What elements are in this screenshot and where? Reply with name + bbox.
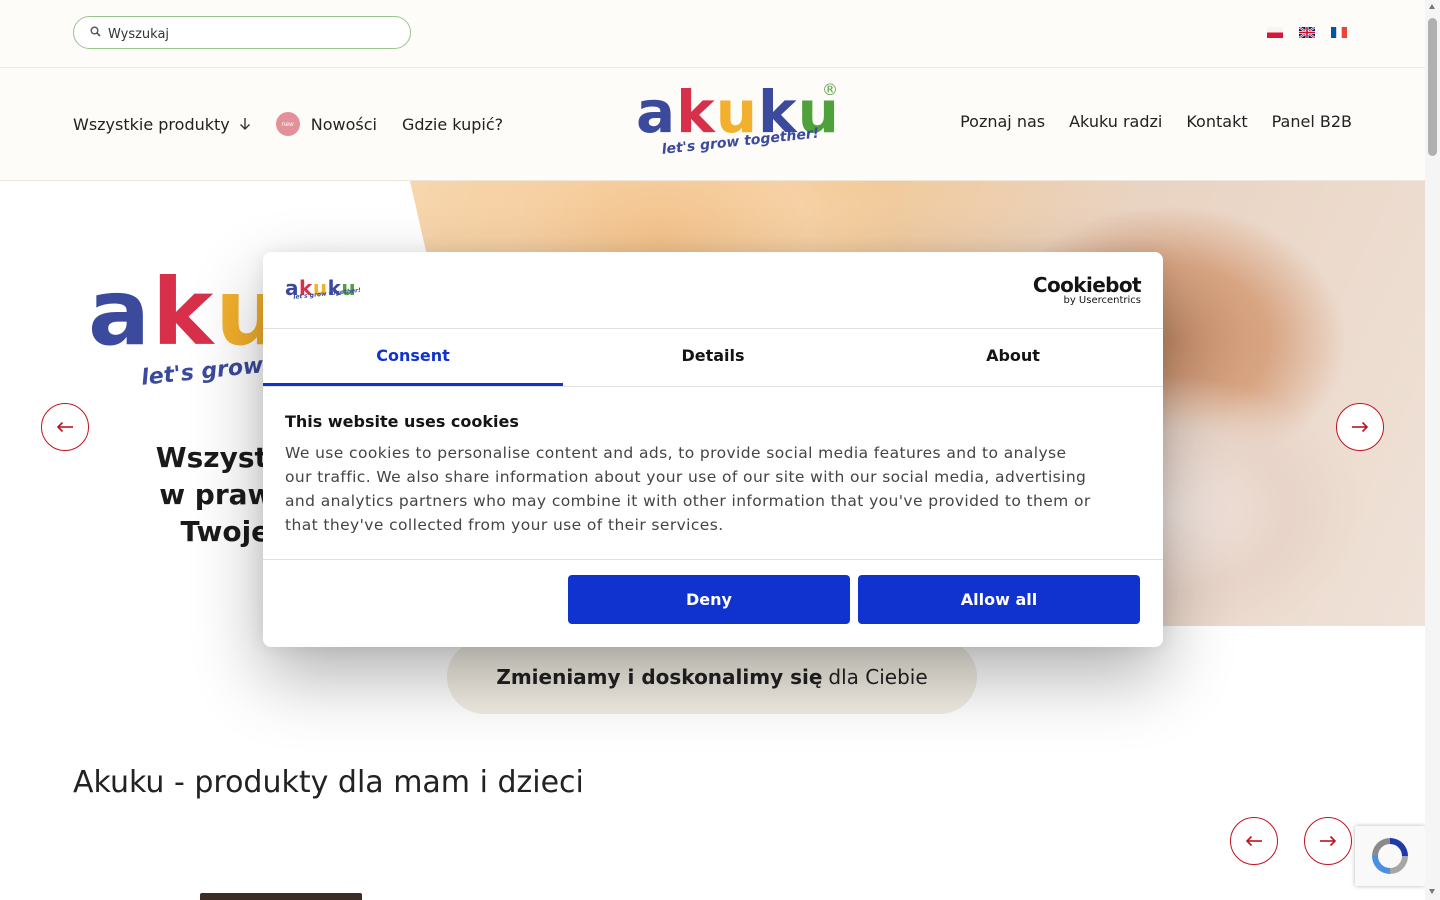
nav-news-label: Nowości <box>310 114 377 134</box>
search-box[interactable] <box>73 16 411 49</box>
cookie-dialog-title: This website uses cookies <box>285 412 519 431</box>
flag-en-icon[interactable] <box>1299 27 1315 38</box>
scroll-down-arrow-icon[interactable] <box>1429 889 1435 894</box>
hero-logo: aku <box>88 259 283 366</box>
main-nav-left: Wszystkie produkty new Nowości Gdzie kup… <box>73 112 503 136</box>
nav-about-us[interactable]: Poznaj nas <box>960 112 1045 131</box>
arrow-left-icon <box>1245 835 1262 847</box>
recaptcha-icon <box>1372 838 1408 874</box>
logo-registered-mark: ® <box>822 80 838 99</box>
new-badge-icon: new <box>275 112 300 136</box>
cookiebot-logo[interactable]: Cookiebot by Usercentrics <box>1033 274 1142 306</box>
nav-b2b-panel[interactable]: Panel B2B <box>1272 112 1352 131</box>
top-bar <box>0 0 1425 68</box>
products-next-button[interactable] <box>1304 817 1352 865</box>
product-card-image[interactable] <box>200 893 362 900</box>
hero-prev-button[interactable] <box>41 403 89 451</box>
nav-advice[interactable]: Akuku radzi <box>1069 112 1162 131</box>
search-icon <box>90 26 101 37</box>
nav-where-to-buy[interactable]: Gdzie kupić? <box>402 115 503 134</box>
main-header: Wszystkie produkty new Nowości Gdzie kup… <box>0 68 1425 181</box>
scrollbar-thumb[interactable] <box>1428 18 1437 156</box>
cookie-dialog-divider <box>263 559 1163 560</box>
site-logo[interactable]: akuku ® let's grow together! <box>636 80 841 172</box>
cookie-dialog-body: We use cookies to personalise content an… <box>285 444 1091 534</box>
cookie-dialog-tabs: Consent Details About <box>263 329 1163 387</box>
page-scrollbar[interactable] <box>1425 0 1440 900</box>
cookie-consent-dialog: akuku let's grow together! Cookiebot by … <box>263 252 1163 647</box>
nav-all-products-label: Wszystkie produkty <box>73 114 230 134</box>
scroll-up-arrow-icon[interactable] <box>1429 4 1435 9</box>
search-input[interactable] <box>106 23 400 45</box>
deny-button[interactable]: Deny <box>568 575 850 624</box>
allow-all-button[interactable]: Allow all <box>858 575 1140 624</box>
products-prev-button[interactable] <box>1230 817 1278 865</box>
section-title: Akuku - produkty dla mam i dzieci <box>73 765 584 800</box>
flag-pl-icon[interactable] <box>1267 27 1283 38</box>
improvement-banner-bold: Zmieniamy i doskonalimy się <box>496 665 823 689</box>
tab-about[interactable]: About <box>863 329 1163 386</box>
nav-all-products[interactable]: Wszystkie produkty <box>73 115 251 134</box>
arrow-down-icon <box>239 118 250 130</box>
arrow-right-icon <box>1352 421 1369 433</box>
language-switcher <box>1267 27 1347 38</box>
arrow-right-icon <box>1320 835 1337 847</box>
main-nav-right: Poznaj nas Akuku radzi Kontakt Panel B2B <box>936 112 1352 131</box>
hero-next-button[interactable] <box>1336 403 1384 451</box>
arrow-left-icon <box>56 421 73 433</box>
nav-contact[interactable]: Kontakt <box>1186 112 1247 131</box>
tab-consent[interactable]: Consent <box>263 329 563 386</box>
flag-fr-icon[interactable] <box>1331 27 1347 38</box>
cookie-dialog-header: akuku let's grow together! Cookiebot by … <box>263 252 1163 329</box>
improvement-banner[interactable]: Zmieniamy i doskonalimy się dla Ciebie <box>447 640 977 714</box>
improvement-banner-text: dla Ciebie <box>828 665 928 689</box>
nav-where-to-buy-label: Gdzie kupić? <box>401 114 504 134</box>
recaptcha-badge[interactable] <box>1355 826 1425 886</box>
tab-details[interactable]: Details <box>563 329 863 386</box>
nav-news[interactable]: new Nowości <box>275 112 377 136</box>
